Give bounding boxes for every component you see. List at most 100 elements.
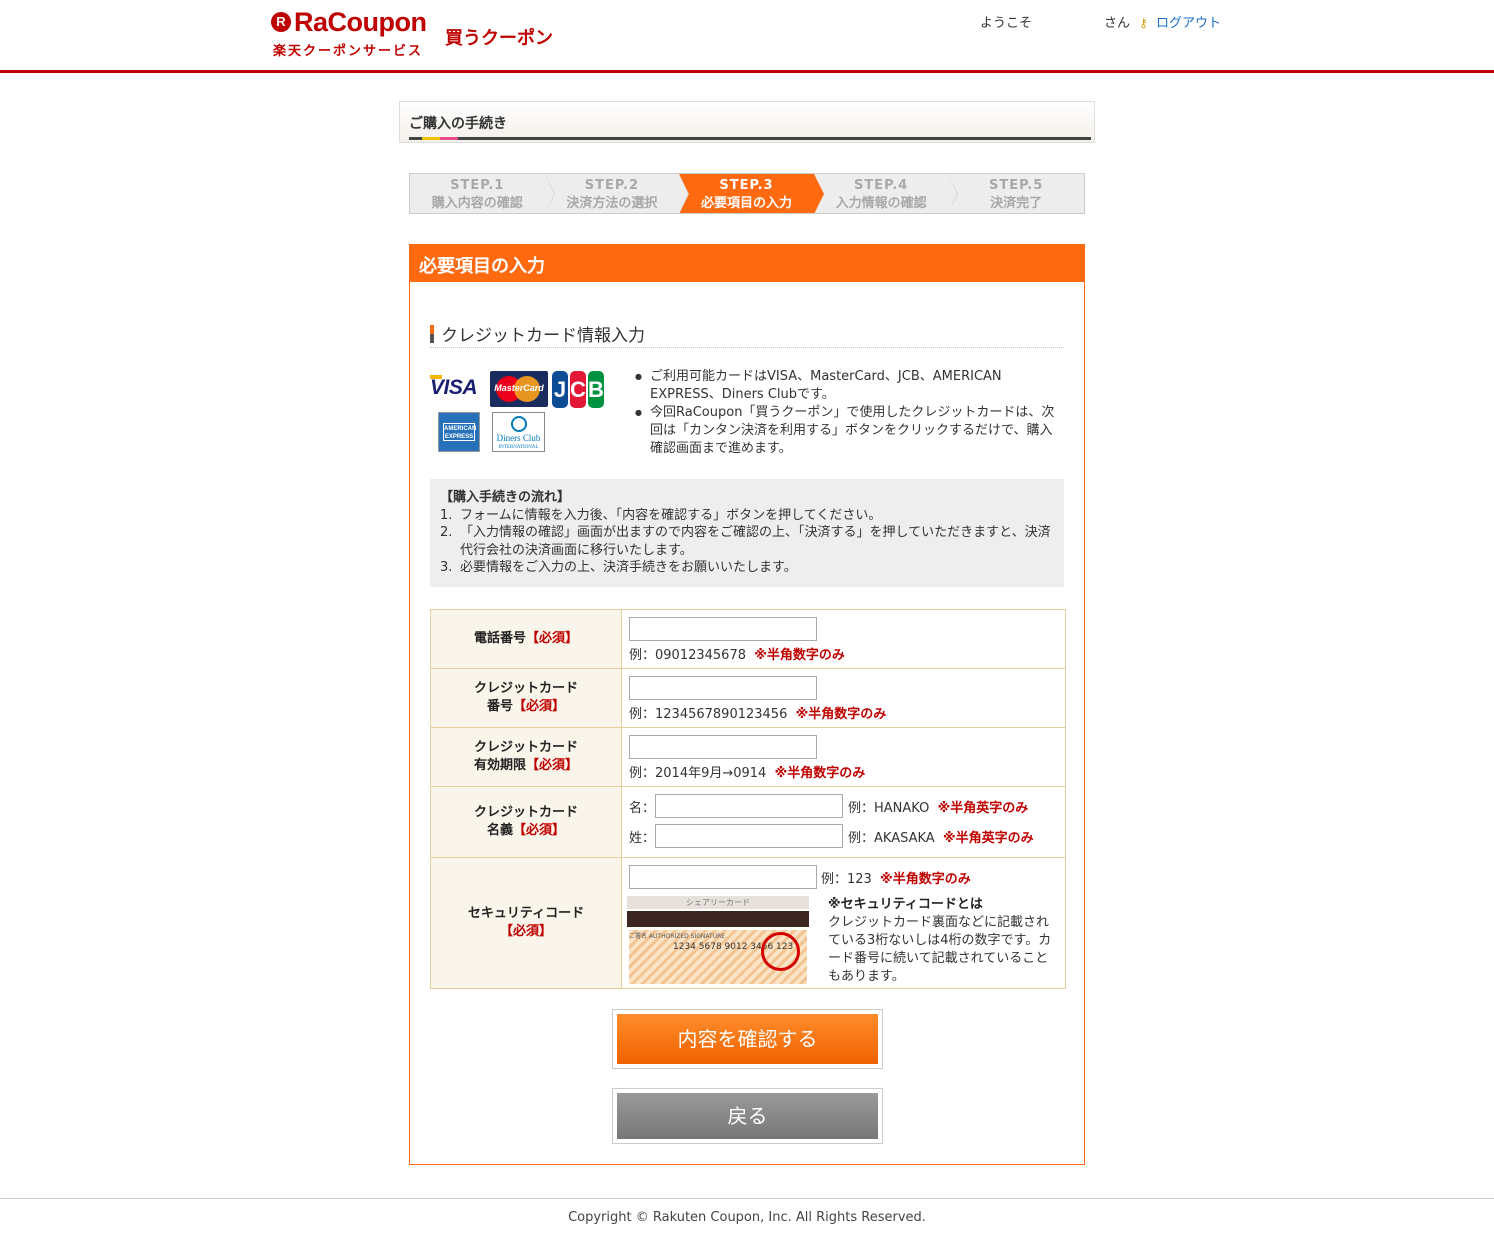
signature-label: ご署名 AUTHORIZED SIGNATURE (629, 933, 726, 940)
footer-copyright: Copyright © Rakuten Coupon, Inc. All Rig… (0, 1198, 1494, 1237)
card-number-example-text: 例：1234567890123456 (629, 707, 788, 722)
phone-example-text: 例：09012345678 (629, 648, 746, 663)
panel-title: 必要項目の入力 (410, 245, 1084, 282)
credit-card-heading: クレジットカード情報入力 (430, 321, 1064, 348)
security-code-highlight-circle (761, 932, 800, 971)
amex-text: AMERICAN EXPRESS (443, 423, 476, 441)
flow-item-number: 1. (440, 507, 453, 523)
last-name-example-text: 例：AKASAKA (848, 830, 935, 846)
step-number: STEP.3 (719, 178, 774, 193)
back-button[interactable]: 戻る (617, 1093, 878, 1139)
diners-text: Diners Club INTERNATIONAL (493, 434, 544, 452)
title-accent-pink (440, 137, 458, 140)
card-number-label: クレジットカード 番号【必須】 (430, 668, 622, 728)
input-panel: 必要項目の入力 クレジットカード情報入力 VISA MasterCard J C… (409, 244, 1085, 1165)
step-5: STEP.5 決済完了 (948, 174, 1084, 213)
confirm-button-frame: 内容を確認する (612, 1009, 883, 1069)
expiry-label-2: 有効期限 (473, 758, 526, 773)
required-mark: 【必須】 (499, 924, 552, 939)
confirm-button[interactable]: 内容を確認する (617, 1014, 878, 1064)
heading-marker-dark (430, 334, 434, 343)
purchase-flow-box: 【購入手続きの流れ】 1. フォームに情報を入力後、「内容を確認する」ボタンを押し… (430, 479, 1064, 587)
flow-item-text: フォームに情報を入力後、「内容を確認する」ボタンを押してください。 (460, 507, 882, 523)
expiry-label-1: クレジットカード (473, 740, 578, 755)
table-row: クレジットカード 番号【必須】 例：1234567890123456 ※半角数字の… (430, 668, 1066, 728)
kau-coupon-logo[interactable]: 買うクーポン (445, 24, 553, 50)
first-name-label: 名： (629, 800, 656, 816)
required-mark: 【必須】 (526, 631, 579, 646)
first-name-input[interactable] (655, 794, 843, 818)
title-accent-yellow (422, 137, 440, 140)
expiry-label: クレジットカード 有効期限【必須】 (430, 727, 622, 787)
security-code-desc-title: ※セキュリティコードとは (828, 897, 983, 912)
step-number: STEP.4 (853, 178, 909, 193)
holder-label-2: 名義 (486, 823, 513, 838)
last-name-input[interactable] (655, 824, 843, 848)
security-code-cell: 例：123 ※半角数字のみ シェアリーカード ご署名 AUTHORIZED SI… (621, 857, 1066, 989)
step-4: STEP.4 入力情報の確認 (814, 174, 959, 214)
table-row: クレジットカード 名義【必須】 名： 例：HANAKO ※半角英字のみ 姓： 例：… (430, 786, 1066, 858)
flow-title: 【購入手続きの流れ】 (440, 490, 571, 505)
expiry-cell: 例：2014年9月→0914 ※半角数字のみ (621, 727, 1066, 787)
security-code-input-row: 例：123 ※半角数字のみ (627, 865, 1065, 889)
security-code-note: ※半角数字のみ (880, 871, 971, 887)
table-row: セキュリティコード 【必須】 例：123 ※半角数字のみ シェアリーカード ご署名… (430, 857, 1066, 989)
logout-label: ログアウト (1156, 16, 1222, 31)
phone-input[interactable] (629, 617, 817, 641)
expiry-example-text: 例：2014年9月→0914 (629, 766, 767, 781)
first-name-example-text: 例：HANAKO (848, 800, 930, 816)
diners-ring (511, 416, 527, 432)
expiry-input[interactable] (629, 735, 817, 759)
flow-item: 3. 必要情報をご入力の上、決済手続きをお願いいたします。 (440, 559, 1054, 577)
page-title: ご購入の手続き (409, 116, 507, 132)
last-name-example: 例：AKASAKA ※半角英字のみ (848, 827, 1034, 846)
flow-item-number: 2. (440, 525, 453, 540)
jcb-c: C (570, 371, 586, 408)
first-name-row: 名： 例：HANAKO ※半角英字のみ (629, 791, 1065, 821)
card-number-cell: 例：1234567890123456 ※半角数字のみ (621, 668, 1066, 728)
magnetic-strip (627, 911, 809, 927)
jcb-b: B (588, 371, 604, 408)
site-header: R RaCoupon 楽天クーポンサービス 買うクーポン ようこそ さん ⚷ ログ… (0, 0, 1494, 73)
phone-label-text: 電話番号 (473, 631, 526, 646)
step-number: STEP.5 (989, 178, 1044, 193)
available-cards-notes: ご利用可能カードはVISA、MasterCard、JCB、AMERICAN EX… (632, 368, 1064, 458)
step-number: STEP.1 (450, 178, 505, 193)
step-label: 決済方法の選択 (566, 196, 658, 211)
flow-item-number: 3. (440, 560, 453, 575)
security-code-label-text: セキュリティコード (467, 906, 585, 921)
credit-card-heading-text: クレジットカード情報入力 (441, 326, 645, 346)
card-number-example: 例：1234567890123456 ※半角数字のみ (629, 703, 1065, 722)
card-brand-logos: VISA MasterCard J C B AMERICAN EXPRESS D… (430, 371, 610, 452)
step-indicator: STEP.1 購入内容の確認 STEP.2 決済方法の選択 STEP.3 必要項… (409, 173, 1085, 214)
logout-link[interactable]: ⚷ ログアウト (1139, 12, 1221, 31)
logo-text: RaCoupon (294, 7, 427, 37)
expiry-example: 例：2014年9月→0914 ※半角数字のみ (629, 762, 1065, 781)
list-item: ご利用可能カードはVISA、MasterCard、JCB、AMERICAN EX… (632, 368, 1064, 404)
card-number-input[interactable] (629, 676, 817, 700)
step-1: STEP.1 購入内容の確認 (410, 174, 555, 214)
security-code-input[interactable] (629, 865, 817, 889)
phone-cell: 例：09012345678 ※半角数字のみ (621, 609, 1066, 669)
amex-logo-icon: AMERICAN EXPRESS (438, 412, 480, 452)
step-label: 必要項目の入力 (700, 196, 792, 211)
diners-sub: INTERNATIONAL (498, 445, 539, 450)
welcome-text: ようこそ (980, 16, 1033, 31)
card-image-header: シェアリーカード (627, 896, 809, 909)
card-number-label-2: 番号 (486, 699, 513, 714)
step-arrow-inner (813, 174, 823, 214)
phone-note: ※半角数字のみ (754, 648, 845, 663)
mastercard-logo-icon: MasterCard (490, 371, 548, 407)
expiry-note: ※半角数字のみ (774, 766, 866, 781)
jcb-logo-icon: J C B (552, 371, 604, 408)
last-name-label: 姓： (629, 830, 656, 846)
required-mark: 【必須】 (526, 758, 579, 773)
table-row: クレジットカード 有効期限【必須】 例：2014年9月→0914 ※半角数字のみ (430, 727, 1066, 787)
first-name-note: ※半角英字のみ (937, 800, 1029, 816)
required-mark: 【必須】 (513, 699, 566, 714)
last-name-note: ※半角英字のみ (942, 830, 1034, 846)
step-label: 購入内容の確認 (431, 196, 523, 211)
mastercard-text: MasterCard (494, 383, 544, 393)
security-code-card-image: シェアリーカード ご署名 AUTHORIZED SIGNATURE 1234 5… (627, 896, 809, 984)
security-code-desc-text: クレジットカード裏面などに記載されている3桁ないしは4桁の数字です。カード番号に… (828, 915, 1052, 984)
